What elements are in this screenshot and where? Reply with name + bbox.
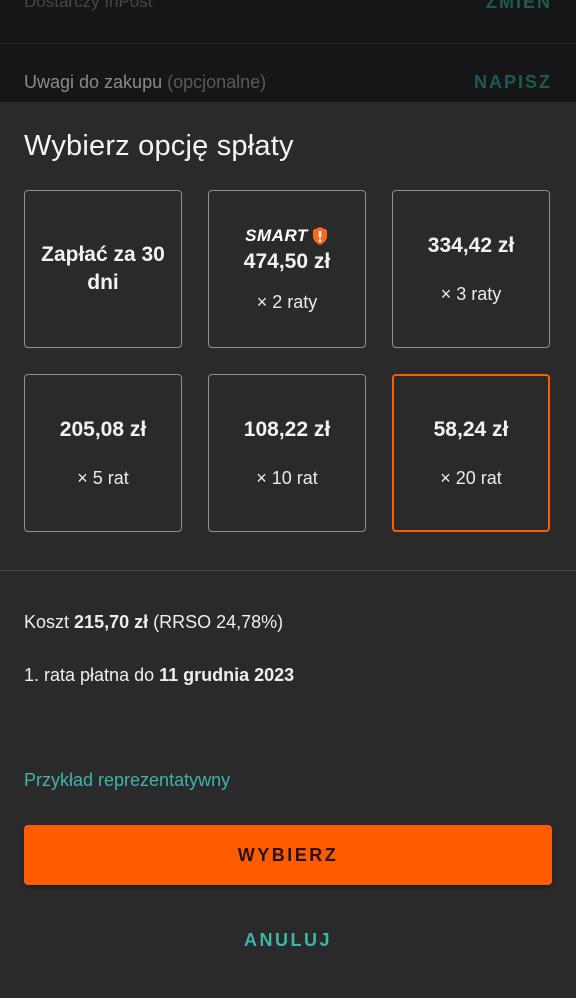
option-title: Zapłać za 30 dni: [41, 243, 165, 294]
payment-options-sheet: Wybierz opcję spłaty Zapłać za 30 dni SM…: [0, 102, 576, 998]
smart-badge: SMART: [245, 226, 329, 246]
option-amount: 58,24 zł: [433, 417, 509, 441]
option-count: × 2 raty: [256, 291, 318, 312]
option-20-installments[interactable]: 58,24 zł × 20 rat: [392, 374, 550, 532]
option-count: × 3 raty: [440, 283, 502, 304]
notes-row: Uwagi do zakupu (opcjonalne) NAPISZ: [24, 68, 552, 96]
sheet-title: Wybierz opcję spłaty: [24, 130, 294, 162]
representative-example-link[interactable]: Przykład reprezentatywny: [24, 770, 230, 791]
cancel-button[interactable]: ANULUJ: [188, 920, 388, 960]
option-3-installments[interactable]: 334,42 zł × 3 raty: [392, 190, 550, 348]
cost-value: 215,70 zł: [74, 612, 149, 632]
option-10-installments[interactable]: 108,22 zł × 10 rat: [208, 374, 366, 532]
background-page: Dostarczy InPost ZMIEŃ Uwagi do zakupu (…: [0, 0, 576, 102]
delivery-row: Dostarczy InPost ZMIEŃ: [24, 0, 552, 14]
option-2-installments[interactable]: SMART 474,50 zł × 2 raty: [208, 190, 366, 348]
option-count: × 10 rat: [256, 467, 318, 488]
choose-button[interactable]: WYBIERZ: [24, 825, 552, 885]
section-divider: [0, 570, 576, 571]
due-date: 11 grudnia 2023: [159, 665, 295, 685]
smart-logo-icon: [312, 226, 327, 245]
first-installment-due: 1. rata płatna do 11 grudnia 2023: [24, 665, 294, 686]
option-pay-in-30-days[interactable]: Zapłać za 30 dni: [24, 190, 182, 348]
rrso-value: (RRSO 24,78%): [153, 612, 284, 632]
notes-label: Uwagi do zakupu (opcjonalne): [24, 71, 267, 92]
notes-write-link: NAPISZ: [473, 71, 552, 92]
option-count: × 5 rat: [77, 467, 129, 488]
option-amount: 108,22 zł: [243, 417, 331, 441]
due-prefix: 1. rata płatna do: [24, 665, 155, 685]
background-divider: [0, 43, 576, 44]
option-amount: 205,08 zł: [59, 417, 147, 441]
option-count: × 20 rat: [440, 467, 502, 488]
cost-prefix: Koszt: [24, 612, 70, 632]
smart-badge-text: SMART: [245, 225, 308, 245]
delivery-text: Dostarczy InPost: [24, 0, 153, 11]
option-amount: 474,50 zł: [243, 249, 331, 273]
delivery-change-link: ZMIEŃ: [486, 0, 552, 12]
cost-summary: Koszt 215,70 zł (RRSO 24,78%): [24, 612, 283, 633]
option-5-installments[interactable]: 205,08 zł × 5 rat: [24, 374, 182, 532]
option-amount: 334,42 zł: [427, 233, 515, 257]
